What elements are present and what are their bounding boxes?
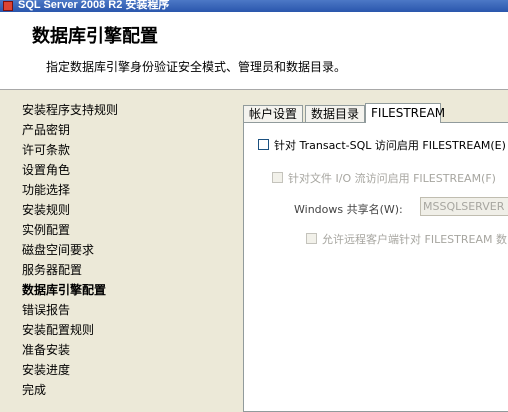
step-complete[interactable]: 完成 (22, 380, 118, 400)
enable-tsql-label: 针对 Transact-SQL 访问启用 FILESTREAM(E) (274, 139, 506, 152)
step-server-configuration[interactable]: 服务器配置 (22, 260, 118, 280)
tab-filestream[interactable]: FILESTREAM (365, 103, 445, 123)
enable-io-checkbox[interactable] (272, 172, 283, 183)
steps-sidebar: 安装程序支持规则 产品密钥 许可条款 设置角色 功能选择 安装规则 实例配置 磁… (0, 90, 236, 405)
step-instance-configuration[interactable]: 实例配置 (22, 220, 118, 240)
step-installation-configuration-rules[interactable]: 安装配置规则 (22, 320, 118, 340)
step-disk-space[interactable]: 磁盘空间要求 (22, 240, 118, 260)
step-database-engine-configuration[interactable]: 数据库引擎配置 (22, 280, 118, 300)
enable-io-label: 针对文件 I/O 流访问启用 FILESTREAM(F) (288, 172, 496, 185)
tab-data-directories[interactable]: 数据目录 (305, 105, 365, 122)
allow-remote-row[interactable]: 允许远程客户端针对 FILESTREAM 数 (306, 231, 507, 247)
step-installation-rules[interactable]: 安装规则 (22, 200, 118, 220)
step-feature-selection[interactable]: 功能选择 (22, 180, 118, 200)
allow-remote-checkbox[interactable] (306, 233, 317, 244)
allow-remote-label: 允许远程客户端针对 FILESTREAM 数 (322, 233, 507, 246)
enable-tsql-checkbox[interactable] (258, 139, 269, 150)
tab-account-settings[interactable]: 帐户设置 (243, 105, 303, 122)
window-titlebar[interactable]: SQL Server 2008 R2 安装程序 (0, 0, 508, 12)
page-subtitle: 指定数据库引擎身份验证安全模式、管理员和数据目录。 (46, 60, 347, 74)
window-title: SQL Server 2008 R2 安装程序 (18, 0, 170, 11)
main-content: 帐户设置 数据目录 FILESTREAM 针对 Transact-SQL 访问启… (237, 90, 508, 412)
step-ready-to-install[interactable]: 准备安装 (22, 340, 118, 360)
enable-io-row[interactable]: 针对文件 I/O 流访问启用 FILESTREAM(F) (272, 170, 496, 186)
page-title: 数据库引擎配置 (32, 26, 158, 47)
step-product-key[interactable]: 产品密钥 (22, 120, 118, 140)
app-icon (3, 1, 13, 11)
step-setup-support-rules[interactable]: 安装程序支持规则 (22, 100, 118, 120)
step-installation-progress[interactable]: 安装进度 (22, 360, 118, 380)
step-license-terms[interactable]: 许可条款 (22, 140, 118, 160)
page-header: 数据库引擎配置 指定数据库引擎身份验证安全模式、管理员和数据目录。 (0, 12, 508, 90)
share-name-label: Windows 共享名(W): (294, 203, 403, 216)
filestream-panel: 针对 Transact-SQL 访问启用 FILESTREAM(E) 针对文件 … (243, 122, 508, 412)
step-setup-role[interactable]: 设置角色 (22, 160, 118, 180)
share-name-input[interactable]: MSSQLSERVER (420, 197, 508, 216)
step-error-reporting[interactable]: 错误报告 (22, 300, 118, 320)
enable-tsql-row[interactable]: 针对 Transact-SQL 访问启用 FILESTREAM(E) (258, 137, 506, 153)
